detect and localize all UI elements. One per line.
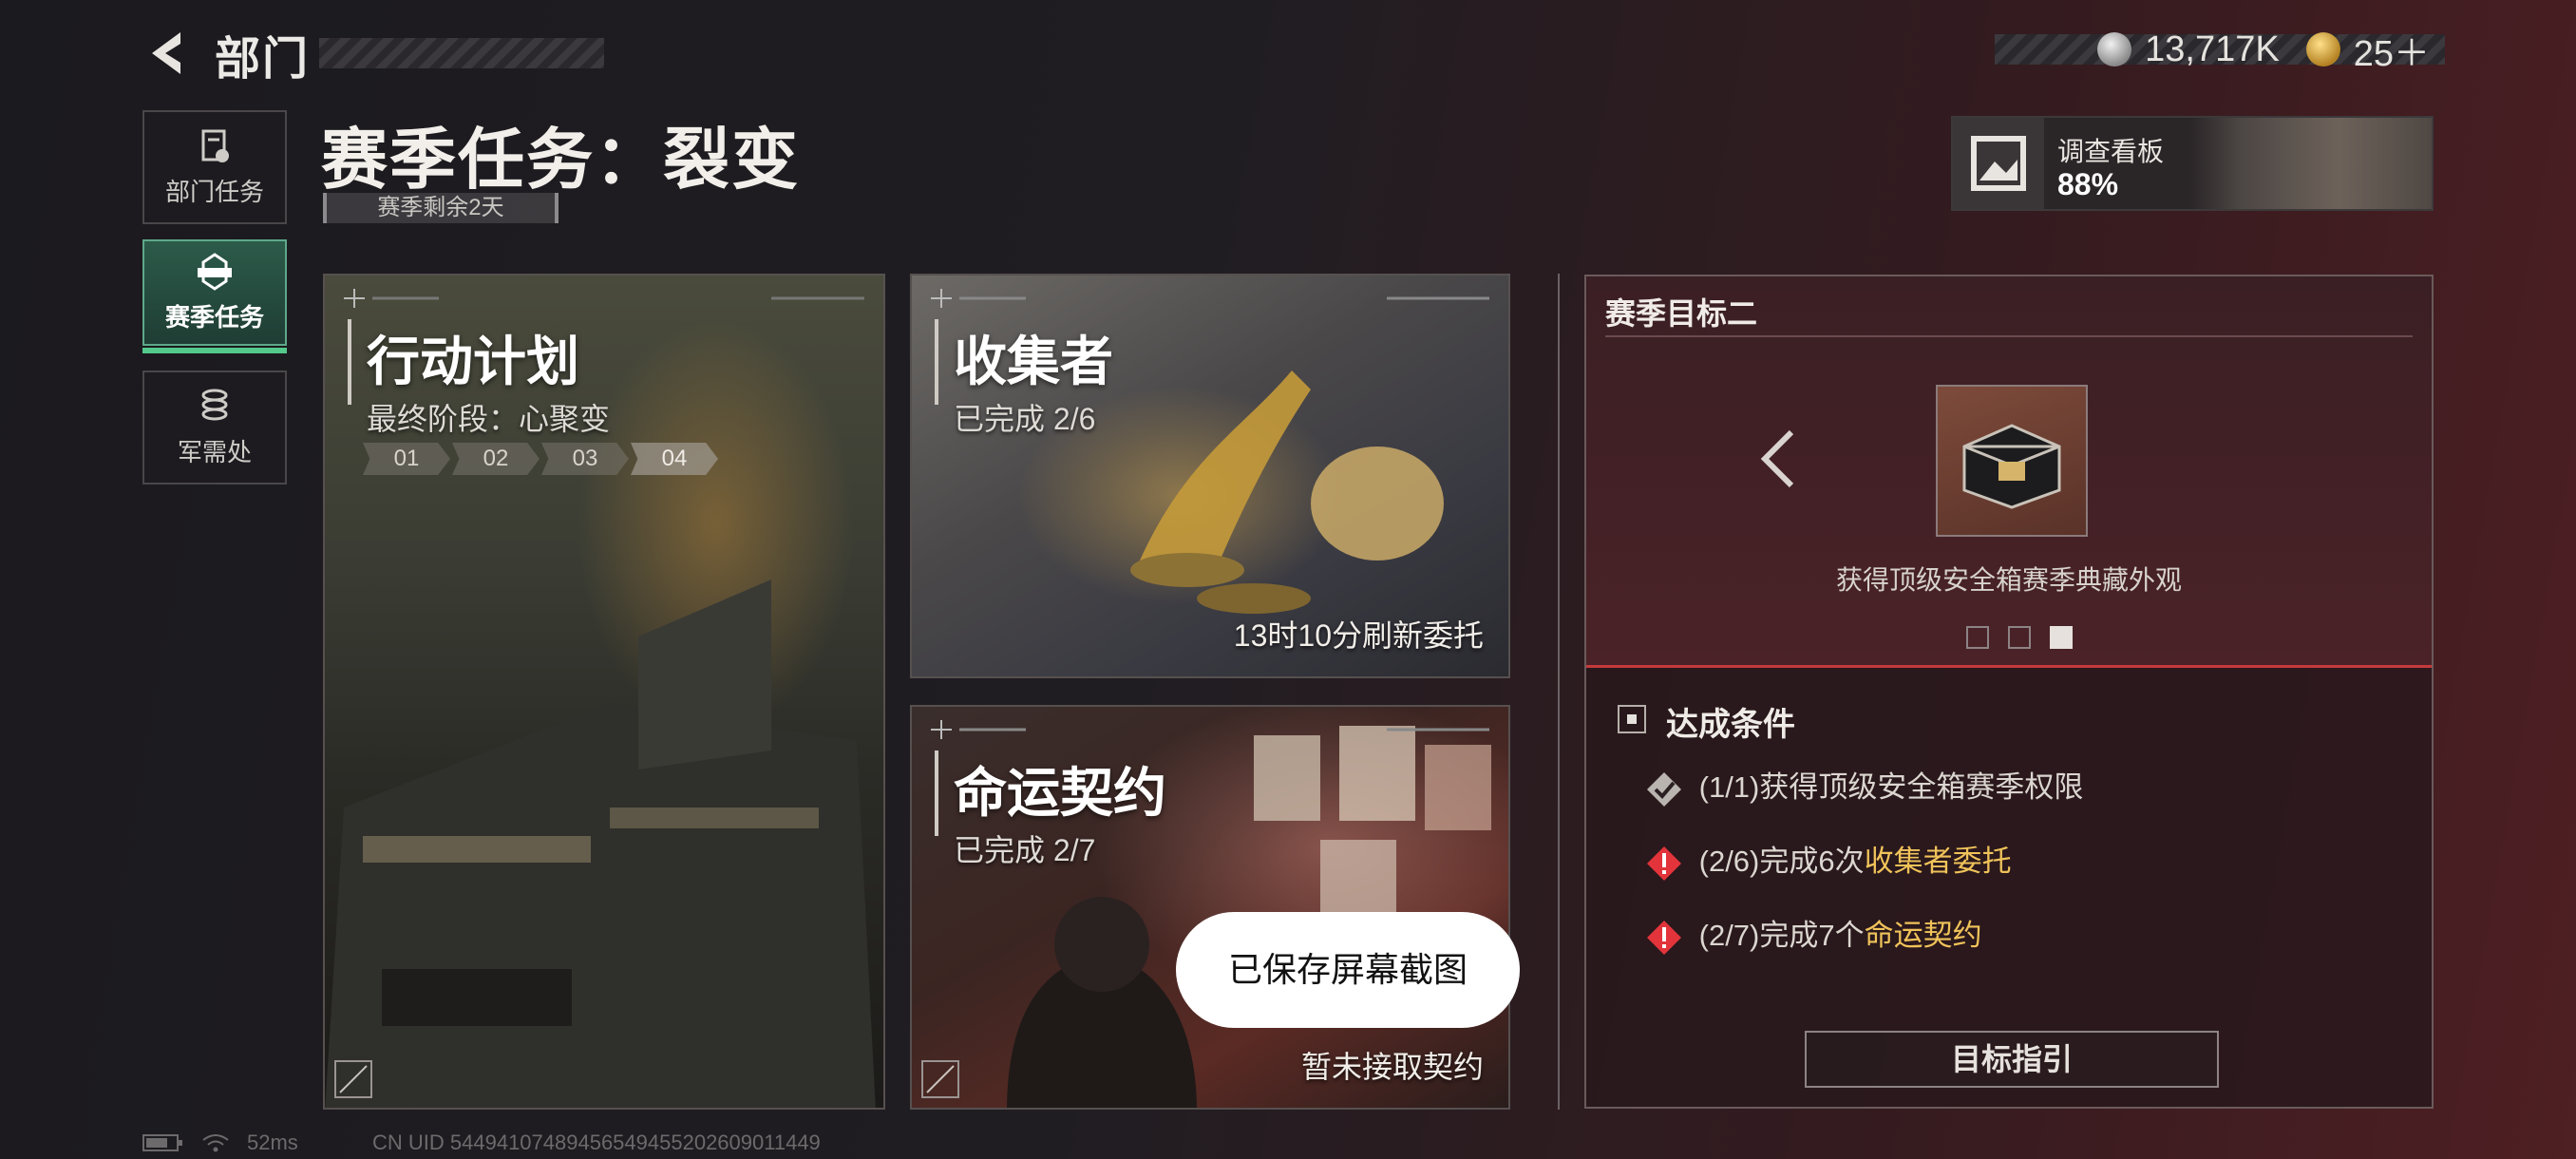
battery-icon	[142, 1134, 182, 1151]
card-accent-line	[935, 750, 938, 836]
silver-coin-icon	[2097, 32, 2132, 66]
gold-treasure-illustration	[1130, 370, 1444, 614]
status-bar: 52ms	[142, 1130, 298, 1155]
page-dot[interactable]	[2008, 626, 2031, 649]
stage-box-current: 04	[631, 443, 718, 475]
wifi-icon	[202, 1134, 229, 1152]
check-icon	[1647, 771, 1681, 807]
mission-card-fate-contract[interactable]: 命运契约 已完成 2/7 暂未接取契约	[910, 705, 1510, 1110]
briefcase-icon	[198, 252, 232, 291]
card-title: 行动计划	[367, 332, 579, 391]
image-board-icon	[1971, 136, 2026, 191]
refresh-timer: 13时10分刷新委托	[1233, 618, 1484, 653]
card-subtitle: 最终阶段：心聚变	[367, 402, 611, 436]
stage-box: 03	[541, 443, 629, 475]
card-title: 命运契约	[954, 763, 1166, 823]
sidebar-item-label: 赛季任务	[164, 302, 264, 332]
card-title: 收集者	[954, 332, 1113, 391]
sidebar-item-label: 部门任务	[164, 177, 264, 206]
safe-box-icon	[1962, 424, 2061, 509]
board-icon-frame	[1953, 118, 2044, 209]
contract-status: 暂未接取契约	[1300, 1050, 1484, 1084]
sidebar-item-department-tasks[interactable]: 部门任务	[142, 110, 287, 224]
alert-icon	[1647, 920, 1681, 955]
conditions-title: 达成条件	[1666, 707, 1795, 743]
season-goal-panel: 赛季目标二 获得顶级安全箱赛季典藏外观 达成条件 (1/1)获得顶级安全箱赛季权…	[1584, 275, 2434, 1109]
active-tab-indicator	[142, 348, 287, 353]
page-title: 赛季任务：裂变	[321, 123, 800, 197]
chevron-left-icon[interactable]	[1757, 428, 1799, 489]
sidebar-item-season-tasks[interactable]: 赛季任务	[142, 239, 287, 346]
condition-highlight[interactable]: 命运契约	[1865, 919, 1982, 952]
title-decoration	[319, 38, 604, 68]
section-divider	[1558, 274, 1560, 1110]
investigation-board-card[interactable]: 调查看板 88%	[1951, 116, 2434, 211]
mission-card-collector[interactable]: 收集者 已完成 2/6 13时10分刷新委托	[910, 274, 1510, 678]
card-subtitle: 已完成 2/7	[954, 833, 1096, 867]
alert-icon	[1647, 846, 1681, 881]
board-thumbnails-image	[2190, 118, 2432, 209]
facility-illustration	[325, 580, 876, 1108]
sidebar-item-label: 军需处	[177, 437, 252, 466]
page-dot[interactable]	[1966, 626, 1989, 649]
document-icon	[201, 129, 229, 162]
panel-title: 赛季目标二	[1605, 296, 1758, 331]
card-subtitle: 已完成 2/6	[954, 402, 1096, 436]
condition-highlight[interactable]: 收集者委托	[1865, 845, 2012, 878]
stage-box: 02	[452, 443, 540, 475]
uid-text: CN UID 5449410748945654945520260901144​9	[372, 1130, 821, 1154]
page-dot-selected[interactable]	[2050, 626, 2073, 649]
sidebar-item-quartermaster[interactable]: 军需处	[142, 370, 287, 484]
panel-red-divider	[1586, 665, 2432, 668]
gold-coin-icon	[2305, 32, 2340, 66]
gold-currency-amount[interactable]: 25＋	[2354, 24, 2430, 76]
stage-box: 01	[363, 443, 450, 475]
screenshot-saved-toast: 已保存屏幕截图	[1176, 912, 1520, 1028]
condition-text: (2/7)完成7个	[1698, 919, 1865, 952]
condition-text: (2/6)完成6次	[1698, 845, 1865, 878]
condition-row: (2/7)完成7个命运契约	[1645, 911, 2424, 957]
card-header-decoration	[344, 289, 864, 308]
reward-caption: 获得顶级安全箱赛季典藏外观	[1835, 565, 2182, 595]
currency-group: 13,717K 25＋	[2097, 28, 2443, 74]
stage-progress: 01 02 03 04	[363, 443, 718, 475]
card-header-decoration	[931, 720, 1489, 739]
card-accent-line	[348, 319, 351, 405]
silver-currency-amount: 13,717K	[2145, 28, 2280, 69]
latency-text: 52ms	[247, 1130, 298, 1154]
expand-icon	[334, 1060, 372, 1098]
board-progress: 88%	[2057, 167, 2119, 201]
condition-text: (1/1)获得顶级安全箱赛季权限	[1698, 770, 2084, 804]
goal-guide-button[interactable]: 目标指引	[1805, 1031, 2219, 1088]
department-title: 部门	[215, 34, 311, 85]
season-remaining-badge: 赛季剩余2天	[323, 193, 559, 223]
conditions-icon	[1618, 705, 1646, 733]
reward-item-frame[interactable]	[1936, 385, 2088, 537]
condition-row: (2/6)完成6次收集者委托	[1645, 837, 2424, 883]
title-underline	[1605, 335, 2413, 337]
expand-icon	[921, 1060, 959, 1098]
condition-row: (1/1)获得顶级安全箱赛季权限	[1645, 763, 2424, 808]
coins-icon	[201, 389, 228, 420]
card-header-decoration	[931, 289, 1489, 308]
back-arrow-icon[interactable]	[142, 27, 186, 80]
card-accent-line	[935, 319, 938, 405]
board-name: 调查看板	[2057, 137, 2165, 166]
mission-card-operation-plan[interactable]: 行动计划 最终阶段：心聚变 01 02 03 04	[323, 274, 885, 1110]
